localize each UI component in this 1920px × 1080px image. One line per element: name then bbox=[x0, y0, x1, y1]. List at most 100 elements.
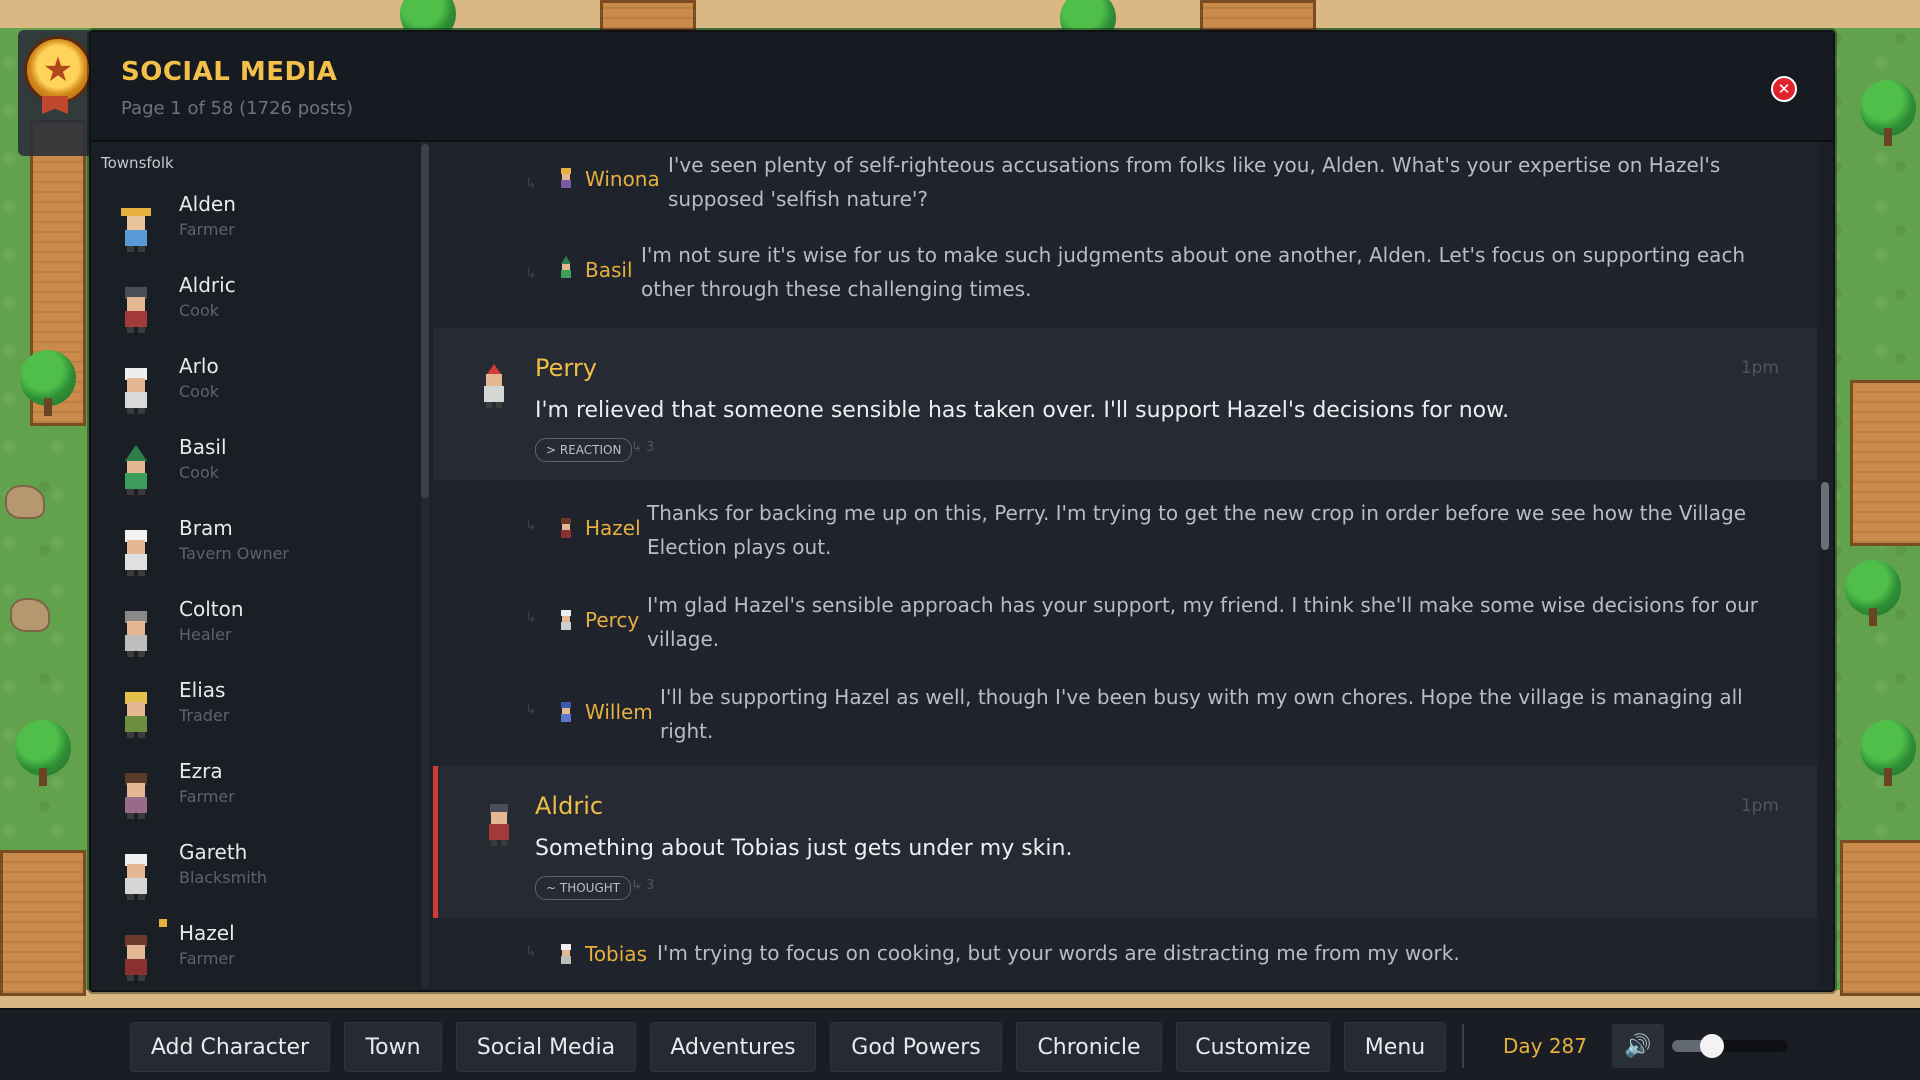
day-counter: Day 287 bbox=[1502, 1034, 1588, 1058]
reply-author[interactable]: Winona bbox=[585, 167, 660, 191]
character-item[interactable]: Hazel Farmer bbox=[91, 913, 421, 988]
character-item[interactable]: Ezra Farmer bbox=[91, 751, 421, 832]
reply-item: ↳ Percy I'm glad Hazel's sensible approa… bbox=[433, 574, 1817, 666]
reply-text-line: supposed 'selfish nature'? bbox=[668, 187, 928, 211]
character-name: Arlo bbox=[179, 354, 219, 378]
reply-item: ↳ Hazel Thanks for backing me up on this… bbox=[433, 482, 1817, 574]
reply-text-line: I'll be supporting Hazel as well, though… bbox=[660, 685, 1743, 709]
villager-avatar-icon bbox=[125, 287, 147, 333]
rock-sprite bbox=[10, 598, 50, 632]
reaction-tag[interactable]: > REACTION bbox=[535, 438, 633, 462]
character-item[interactable]: Gareth Blacksmith bbox=[91, 832, 421, 913]
reply-item: ↳ Basil I'm not sure it's wise for us to… bbox=[433, 232, 1817, 324]
villager-avatar-icon bbox=[121, 208, 151, 252]
character-role: Farmer bbox=[179, 787, 235, 806]
character-role: Blacksmith bbox=[179, 868, 268, 887]
reply-text-line: I'm glad Hazel's sensible approach has y… bbox=[647, 593, 1758, 617]
rock-sprite bbox=[5, 485, 45, 519]
map-building bbox=[1200, 0, 1316, 32]
character-item[interactable]: Elias Trader bbox=[91, 670, 421, 751]
social-media-panel: SOCIAL MEDIA Page 1 of 58 (1726 posts) ✕… bbox=[89, 30, 1835, 992]
sidebar-title: Townsfolk bbox=[101, 154, 174, 172]
character-item[interactable]: Aldric Cook bbox=[91, 265, 421, 346]
feed-scrollbar[interactable] bbox=[1819, 142, 1831, 988]
villager-avatar-icon bbox=[561, 256, 571, 278]
thought-tag[interactable]: ~ THOUGHT bbox=[535, 876, 632, 900]
tree-sprite bbox=[1860, 80, 1916, 146]
add-character-button[interactable]: Add Character bbox=[130, 1022, 330, 1072]
villager-avatar-icon bbox=[489, 804, 509, 846]
reply-count[interactable]: ↳ 3 bbox=[631, 878, 654, 893]
post-card: Perry I'm relieved that someone sensible… bbox=[433, 328, 1817, 480]
post-author[interactable]: Perry bbox=[535, 354, 597, 382]
townsfolk-sidebar: Townsfolk Alden Farmer Aldric Cook Arlo … bbox=[91, 142, 421, 988]
post-text: I'm relieved that someone sensible has t… bbox=[535, 398, 1510, 423]
character-name: Elias bbox=[179, 678, 226, 702]
town-button[interactable]: Town bbox=[344, 1022, 442, 1072]
character-role: Tavern Owner bbox=[179, 544, 290, 563]
character-item[interactable]: Arlo Cook bbox=[91, 346, 421, 427]
villager-avatar-icon bbox=[561, 610, 571, 630]
social-media-button[interactable]: Social Media bbox=[456, 1022, 636, 1072]
reply-connector-icon: ↳ bbox=[525, 702, 537, 718]
scrollbar-thumb[interactable] bbox=[1821, 482, 1829, 550]
close-icon[interactable]: ✕ bbox=[1771, 76, 1797, 102]
customize-button[interactable]: Customize bbox=[1176, 1022, 1330, 1072]
page-title: SOCIAL MEDIA bbox=[121, 57, 338, 87]
reply-text: I'm not sure it's wise for us to make su… bbox=[641, 238, 1745, 306]
tree-sprite bbox=[20, 350, 76, 416]
menu-button[interactable]: Menu bbox=[1344, 1022, 1446, 1072]
sidebar-scrollbar[interactable] bbox=[421, 142, 429, 988]
speaker-icon[interactable]: 🔊 bbox=[1612, 1024, 1664, 1068]
reply-author[interactable]: Percy bbox=[585, 608, 639, 632]
reply-text-line: village. bbox=[647, 627, 720, 651]
volume-knob[interactable] bbox=[1700, 1034, 1724, 1058]
post-card: Aldric Something about Tobias just gets … bbox=[433, 766, 1817, 918]
reply-author[interactable]: Basil bbox=[585, 258, 633, 282]
reply-text: I'm glad Hazel's sensible approach has y… bbox=[647, 588, 1758, 656]
reply-author[interactable]: Hazel bbox=[585, 516, 641, 540]
social-feed: ↳ Winona I've seen plenty of self-righte… bbox=[433, 142, 1817, 988]
reply-connector-icon: ↳ bbox=[525, 266, 537, 282]
character-role: Farmer bbox=[179, 949, 235, 968]
villager-avatar-icon bbox=[484, 364, 504, 408]
god-powers-button[interactable]: God Powers bbox=[830, 1022, 1002, 1072]
reply-connector-icon: ↳ bbox=[525, 944, 537, 960]
volume-slider[interactable] bbox=[1672, 1034, 1788, 1058]
reply-text: Thanks for backing me up on this, Perry.… bbox=[647, 496, 1746, 564]
map-building bbox=[1840, 840, 1920, 996]
villager-avatar-icon bbox=[561, 944, 571, 964]
reply-text-line: I've seen plenty of self-righteous accus… bbox=[668, 153, 1721, 177]
reply-text-line: I'm not sure it's wise for us to make su… bbox=[641, 243, 1746, 267]
character-role: Healer bbox=[179, 625, 232, 644]
character-item[interactable]: Bram Tavern Owner bbox=[91, 508, 421, 589]
reply-author[interactable]: Willem bbox=[585, 700, 653, 724]
toolbar-divider bbox=[1462, 1024, 1464, 1068]
character-name: Colton bbox=[179, 597, 244, 621]
chronicle-button[interactable]: Chronicle bbox=[1016, 1022, 1162, 1072]
character-name: Gareth bbox=[179, 840, 248, 864]
villager-avatar-icon bbox=[125, 854, 147, 900]
villager-avatar-icon bbox=[561, 518, 571, 538]
map-path bbox=[0, 0, 1920, 28]
map-building bbox=[0, 850, 86, 996]
reply-author[interactable]: Tobias bbox=[585, 942, 647, 966]
character-item[interactable]: Alden Farmer bbox=[91, 184, 421, 265]
reply-count[interactable]: ↳ 3 bbox=[631, 440, 654, 455]
villager-avatar-icon bbox=[561, 168, 571, 188]
post-author[interactable]: Aldric bbox=[535, 792, 603, 820]
tree-sprite bbox=[1860, 720, 1916, 786]
tree-sprite bbox=[15, 720, 71, 786]
panel-header: SOCIAL MEDIA Page 1 of 58 (1726 posts) ✕ bbox=[91, 32, 1833, 142]
character-role: Cook bbox=[179, 463, 220, 482]
character-name: Hazel bbox=[179, 921, 235, 945]
reply-text: I'll be supporting Hazel as well, though… bbox=[660, 680, 1743, 748]
reply-text-line: I'm trying to focus on cooking, but your… bbox=[657, 941, 1460, 965]
adventures-button[interactable]: Adventures bbox=[650, 1022, 816, 1072]
bottom-toolbar: Add Character Town Social Media Adventur… bbox=[0, 1008, 1920, 1080]
villager-avatar-icon bbox=[561, 702, 571, 722]
villager-avatar-icon bbox=[125, 611, 147, 657]
scrollbar-thumb[interactable] bbox=[421, 144, 429, 498]
character-item[interactable]: Basil Cook bbox=[91, 427, 421, 508]
character-item[interactable]: Colton Healer bbox=[91, 589, 421, 670]
